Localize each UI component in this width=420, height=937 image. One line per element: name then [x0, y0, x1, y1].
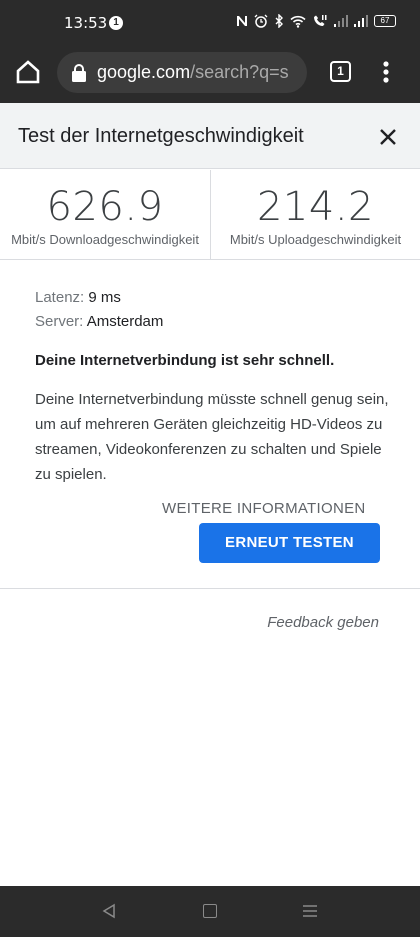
signal-icon [334, 15, 348, 27]
download-value: 626.9 [46, 184, 164, 230]
speed-results: 626.9 Mbit/s Downloadgeschwindigkeit 214… [0, 170, 420, 260]
latency-key: Latenz: [35, 289, 85, 306]
system-nav-bar [0, 886, 420, 937]
server-row: Server: Amsterdam [35, 310, 395, 334]
status-time: 13:53 [64, 14, 108, 32]
upload-value: 214.2 [256, 184, 374, 230]
speed-verdict: Deine Internetverbindung ist sehr schnel… [35, 352, 335, 369]
battery-icon: 67 [374, 15, 396, 27]
latency-value: 9 ms [88, 289, 121, 306]
volte-icon [314, 15, 327, 26]
more-info-link[interactable]: WEITERE INFORMATIONEN [162, 500, 366, 517]
nfc-icon [237, 16, 247, 26]
download-label: Mbit/s Downloadgeschwindigkeit [11, 232, 199, 247]
close-icon[interactable] [374, 123, 402, 151]
upload-result: 214.2 Mbit/s Uploadgeschwindigkeit [210, 170, 420, 260]
latency-row: Latenz: 9 ms [35, 286, 395, 310]
upload-label: Mbit/s Uploadgeschwindigkeit [229, 232, 402, 247]
status-icons: 67 [236, 14, 396, 28]
address-bar[interactable]: google.com/search?q=s [57, 52, 307, 93]
alarm-icon [254, 14, 268, 28]
bluetooth-icon [275, 14, 283, 28]
server-key: Server: [35, 313, 84, 330]
wifi-icon [290, 15, 306, 28]
back-icon[interactable] [101, 903, 117, 919]
server-value: Amsterdam [86, 313, 164, 330]
status-bar: 13:53 1 67 [0, 0, 420, 46]
notification-badge: 1 [109, 16, 123, 30]
browser-toolbar: google.com/search?q=s 1 [0, 46, 420, 103]
url-path: /search?q=s [190, 62, 289, 82]
home-nav-icon[interactable] [203, 904, 217, 918]
tab-switcher-button[interactable]: 1 [330, 61, 351, 82]
signal-icon [354, 15, 368, 27]
retest-button[interactable]: ERNEUT TESTEN [199, 523, 380, 563]
download-result: 626.9 Mbit/s Downloadgeschwindigkeit [0, 170, 210, 260]
speed-description: Deine Internetverbindung müsste schnell … [35, 391, 389, 483]
feedback-link[interactable]: Feedback geben [267, 614, 379, 631]
sheet-header: Test der Internetgeschwindigkeit [0, 103, 420, 169]
sheet-title: Test der Internetgeschwindigkeit [18, 125, 304, 147]
result-details: Latenz: 9 ms Server: Amsterdam Deine Int… [35, 286, 395, 487]
url-domain: google.com [97, 62, 191, 82]
divider [0, 588, 420, 589]
lock-icon [72, 63, 86, 82]
recents-icon[interactable] [302, 903, 318, 919]
home-icon[interactable] [14, 58, 42, 86]
more-menu-icon[interactable] [378, 58, 394, 86]
